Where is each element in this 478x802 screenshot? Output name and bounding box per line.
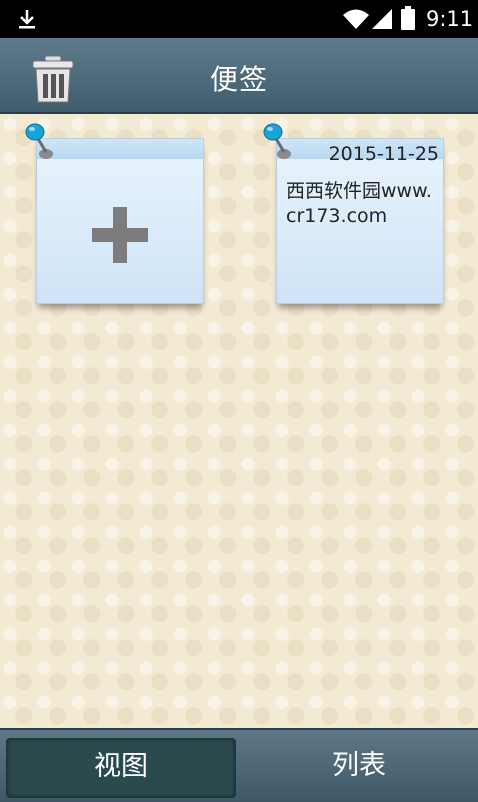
note-header-strip <box>37 139 203 159</box>
note-card[interactable]: 2015-11-25 西西软件园www.cr173.com <box>276 138 444 304</box>
note-text: 西西软件园www.cr173.com <box>286 180 432 227</box>
tab-view[interactable]: 视图 <box>6 738 236 798</box>
title-bar: 便签 <box>0 38 478 114</box>
battery-icon <box>401 6 415 30</box>
pin-icon <box>25 123 53 159</box>
bottom-tab-bar: 视图 列表 <box>0 728 478 802</box>
tab-list[interactable]: 列表 <box>244 738 474 796</box>
add-note-button[interactable] <box>36 138 204 304</box>
pin-icon <box>263 123 291 159</box>
status-bar: 9:11 <box>0 0 478 38</box>
plus-icon <box>92 207 148 263</box>
note-date: 2015-11-25 <box>328 143 439 165</box>
page-title: 便签 <box>209 63 268 96</box>
clock: 9:11 <box>426 7 474 31</box>
wifi-icon <box>343 9 369 29</box>
download-icon <box>19 10 35 29</box>
signal-icon <box>372 9 392 29</box>
